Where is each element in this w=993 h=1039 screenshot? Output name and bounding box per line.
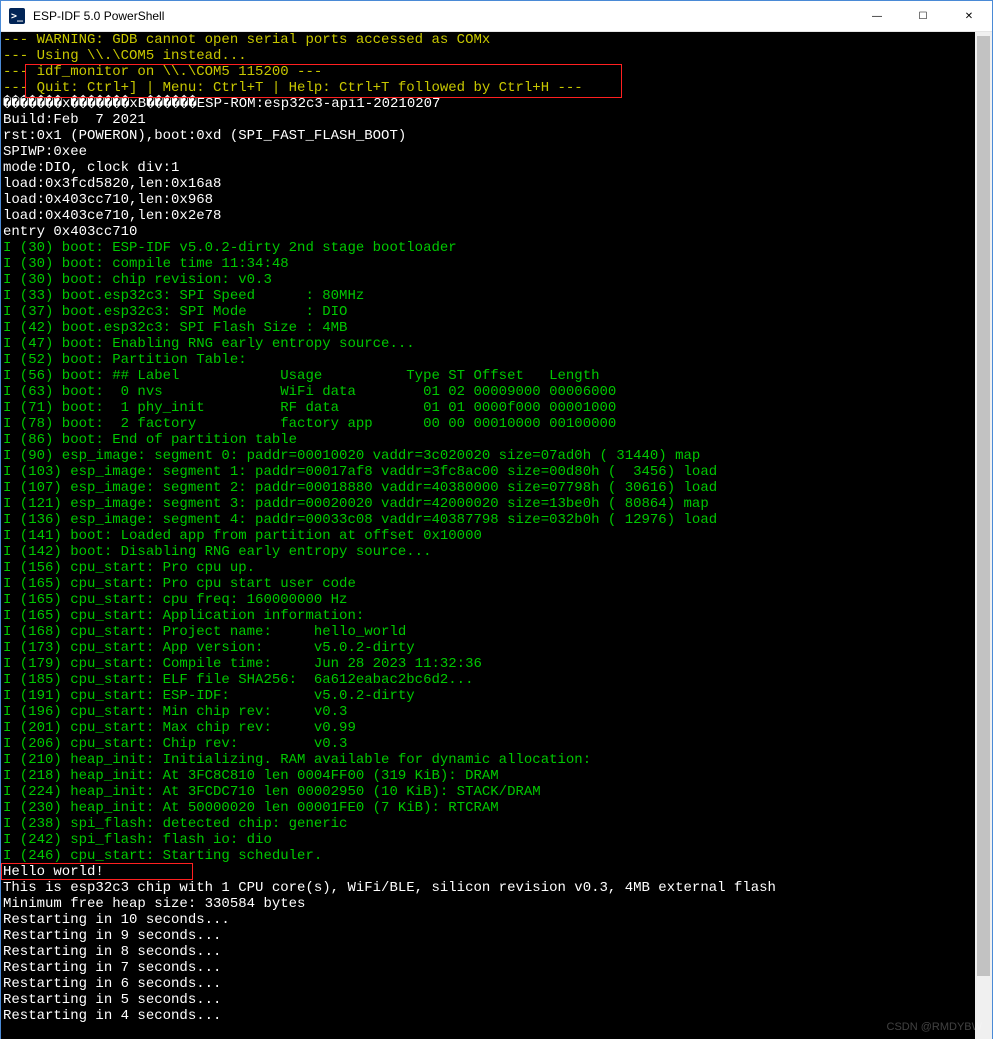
terminal-line: Restarting in 4 seconds... — [3, 1008, 221, 1024]
terminal-line: Restarting in 9 seconds... — [3, 928, 221, 944]
terminal-line: I (30) boot: chip revision: v0.3 — [3, 272, 272, 288]
terminal-line: I (206) cpu_start: Chip rev: v0.3 — [3, 736, 347, 752]
terminal-line: SPIWP:0xee — [3, 144, 87, 160]
terminal-line: I (201) cpu_start: Max chip rev: v0.99 — [3, 720, 364, 736]
terminal-line: I (218) heap_init: At 3FC8C810 len 0004F… — [3, 768, 499, 784]
terminal-line: I (173) cpu_start: App version: v5.0.2-d… — [3, 640, 415, 656]
terminal-line: I (30) boot: compile time 11:34:48 — [3, 256, 289, 272]
terminal-line: I (78) boot: 2 factory factory app 00 00… — [3, 416, 616, 432]
terminal-line: rst:0x1 (POWERON),boot:0xd (SPI_FAST_FLA… — [3, 128, 406, 144]
terminal-line: I (224) heap_init: At 3FCDC710 len 00002… — [3, 784, 541, 800]
terminal-line: --- Using \\.\COM5 instead... — [3, 48, 247, 64]
terminal-line: I (56) boot: ## Label Usage Type ST Offs… — [3, 368, 600, 384]
terminal-line: Restarting in 5 seconds... — [3, 992, 221, 1008]
maximize-button[interactable]: ☐ — [900, 1, 946, 31]
terminal-line: load:0x403cc710,len:0x968 — [3, 192, 213, 208]
terminal-line: I (103) esp_image: segment 1: paddr=0001… — [3, 464, 717, 480]
powershell-icon: >_ — [9, 8, 25, 24]
terminal-line: I (33) boot.esp32c3: SPI Speed : 80MHz — [3, 288, 364, 304]
terminal-line: load:0x3fcd5820,len:0x16a8 — [3, 176, 221, 192]
terminal-line: I (37) boot.esp32c3: SPI Mode : DIO — [3, 304, 347, 320]
terminal-line: I (71) boot: 1 phy_init RF data 01 01 00… — [3, 400, 616, 416]
terminal-line: I (47) boot: Enabling RNG early entropy … — [3, 336, 415, 352]
terminal-line: I (196) cpu_start: Min chip rev: v0.3 — [3, 704, 347, 720]
terminal-line: I (191) cpu_start: ESP-IDF: v5.0.2-dirty — [3, 688, 415, 704]
scrollbar-thumb[interactable] — [977, 36, 990, 976]
terminal-line: load:0x403ce710,len:0x2e78 — [3, 208, 221, 224]
terminal-line: I (136) esp_image: segment 4: paddr=0003… — [3, 512, 717, 528]
terminal-line: I (142) boot: Disabling RNG early entrop… — [3, 544, 431, 560]
terminal-line: mode:DIO, clock div:1 — [3, 160, 179, 176]
terminal-line: I (165) cpu_start: cpu freq: 160000000 H… — [3, 592, 347, 608]
terminal-line: Restarting in 6 seconds... — [3, 976, 221, 992]
close-button[interactable]: ✕ — [946, 1, 992, 31]
terminal-line: I (107) esp_image: segment 2: paddr=0001… — [3, 480, 717, 496]
powershell-window: >_ ESP-IDF 5.0 PowerShell — ☐ ✕ --- WARN… — [0, 0, 993, 1039]
terminal-line: Build:Feb 7 2021 — [3, 112, 146, 128]
terminal-line: I (168) cpu_start: Project name: hello_w… — [3, 624, 406, 640]
terminal-line: I (185) cpu_start: ELF file SHA256: 6a61… — [3, 672, 473, 688]
terminal-line: I (42) boot.esp32c3: SPI Flash Size : 4M… — [3, 320, 347, 336]
terminal-line: I (246) cpu_start: Starting scheduler. — [3, 848, 322, 864]
terminal-line: I (30) boot: ESP-IDF v5.0.2-dirty 2nd st… — [3, 240, 457, 256]
terminal-line: I (121) esp_image: segment 3: paddr=0002… — [3, 496, 709, 512]
terminal-line: --- WARNING: GDB cannot open serial port… — [3, 32, 490, 48]
terminal-line: I (90) esp_image: segment 0: paddr=00010… — [3, 448, 700, 464]
terminal-line: Restarting in 10 seconds... — [3, 912, 230, 928]
terminal-line: Restarting in 7 seconds... — [3, 960, 221, 976]
terminal-line: I (165) cpu_start: Application informati… — [3, 608, 364, 624]
terminal-area-wrap: --- WARNING: GDB cannot open serial port… — [1, 32, 992, 1039]
title-bar[interactable]: >_ ESP-IDF 5.0 PowerShell — ☐ ✕ — [1, 1, 992, 32]
terminal-line: Minimum free heap size: 330584 bytes — [3, 896, 305, 912]
window-title: ESP-IDF 5.0 PowerShell — [33, 9, 164, 23]
terminal-line: I (242) spi_flash: flash io: dio — [3, 832, 272, 848]
terminal-line: I (52) boot: Partition Table: — [3, 352, 247, 368]
terminal-line: This is esp32c3 chip with 1 CPU core(s),… — [3, 880, 776, 896]
terminal-line: I (156) cpu_start: Pro cpu up. — [3, 560, 255, 576]
minimize-button[interactable]: — — [854, 1, 900, 31]
terminal-line: Hello world! — [3, 864, 104, 880]
terminal-line: I (179) cpu_start: Compile time: Jun 28 … — [3, 656, 482, 672]
terminal-line: I (141) boot: Loaded app from partition … — [3, 528, 482, 544]
terminal-line: --- Quit: Ctrl+] | Menu: Ctrl+T | Help: … — [3, 80, 583, 96]
terminal-line: I (210) heap_init: Initializing. RAM ava… — [3, 752, 591, 768]
terminal-line: I (63) boot: 0 nvs WiFi data 01 02 00009… — [3, 384, 616, 400]
terminal-line: I (238) spi_flash: detected chip: generi… — [3, 816, 347, 832]
terminal-line: Restarting in 8 seconds... — [3, 944, 221, 960]
terminal-line: --- idf_monitor on \\.\COM5 115200 --- — [3, 64, 322, 80]
terminal-area[interactable]: --- WARNING: GDB cannot open serial port… — [1, 32, 975, 1039]
terminal-line: entry 0x403cc710 — [3, 224, 137, 240]
terminal-line: I (230) heap_init: At 50000020 len 00001… — [3, 800, 499, 816]
terminal-line: �������x�������xB������ESP-ROM:esp32c3-a… — [3, 96, 440, 112]
terminal-line: I (86) boot: End of partition table — [3, 432, 297, 448]
vertical-scrollbar[interactable] — [975, 32, 992, 1039]
watermark-text: CSDN @RMDYBW — [887, 1021, 983, 1033]
terminal-line: I (165) cpu_start: Pro cpu start user co… — [3, 576, 356, 592]
